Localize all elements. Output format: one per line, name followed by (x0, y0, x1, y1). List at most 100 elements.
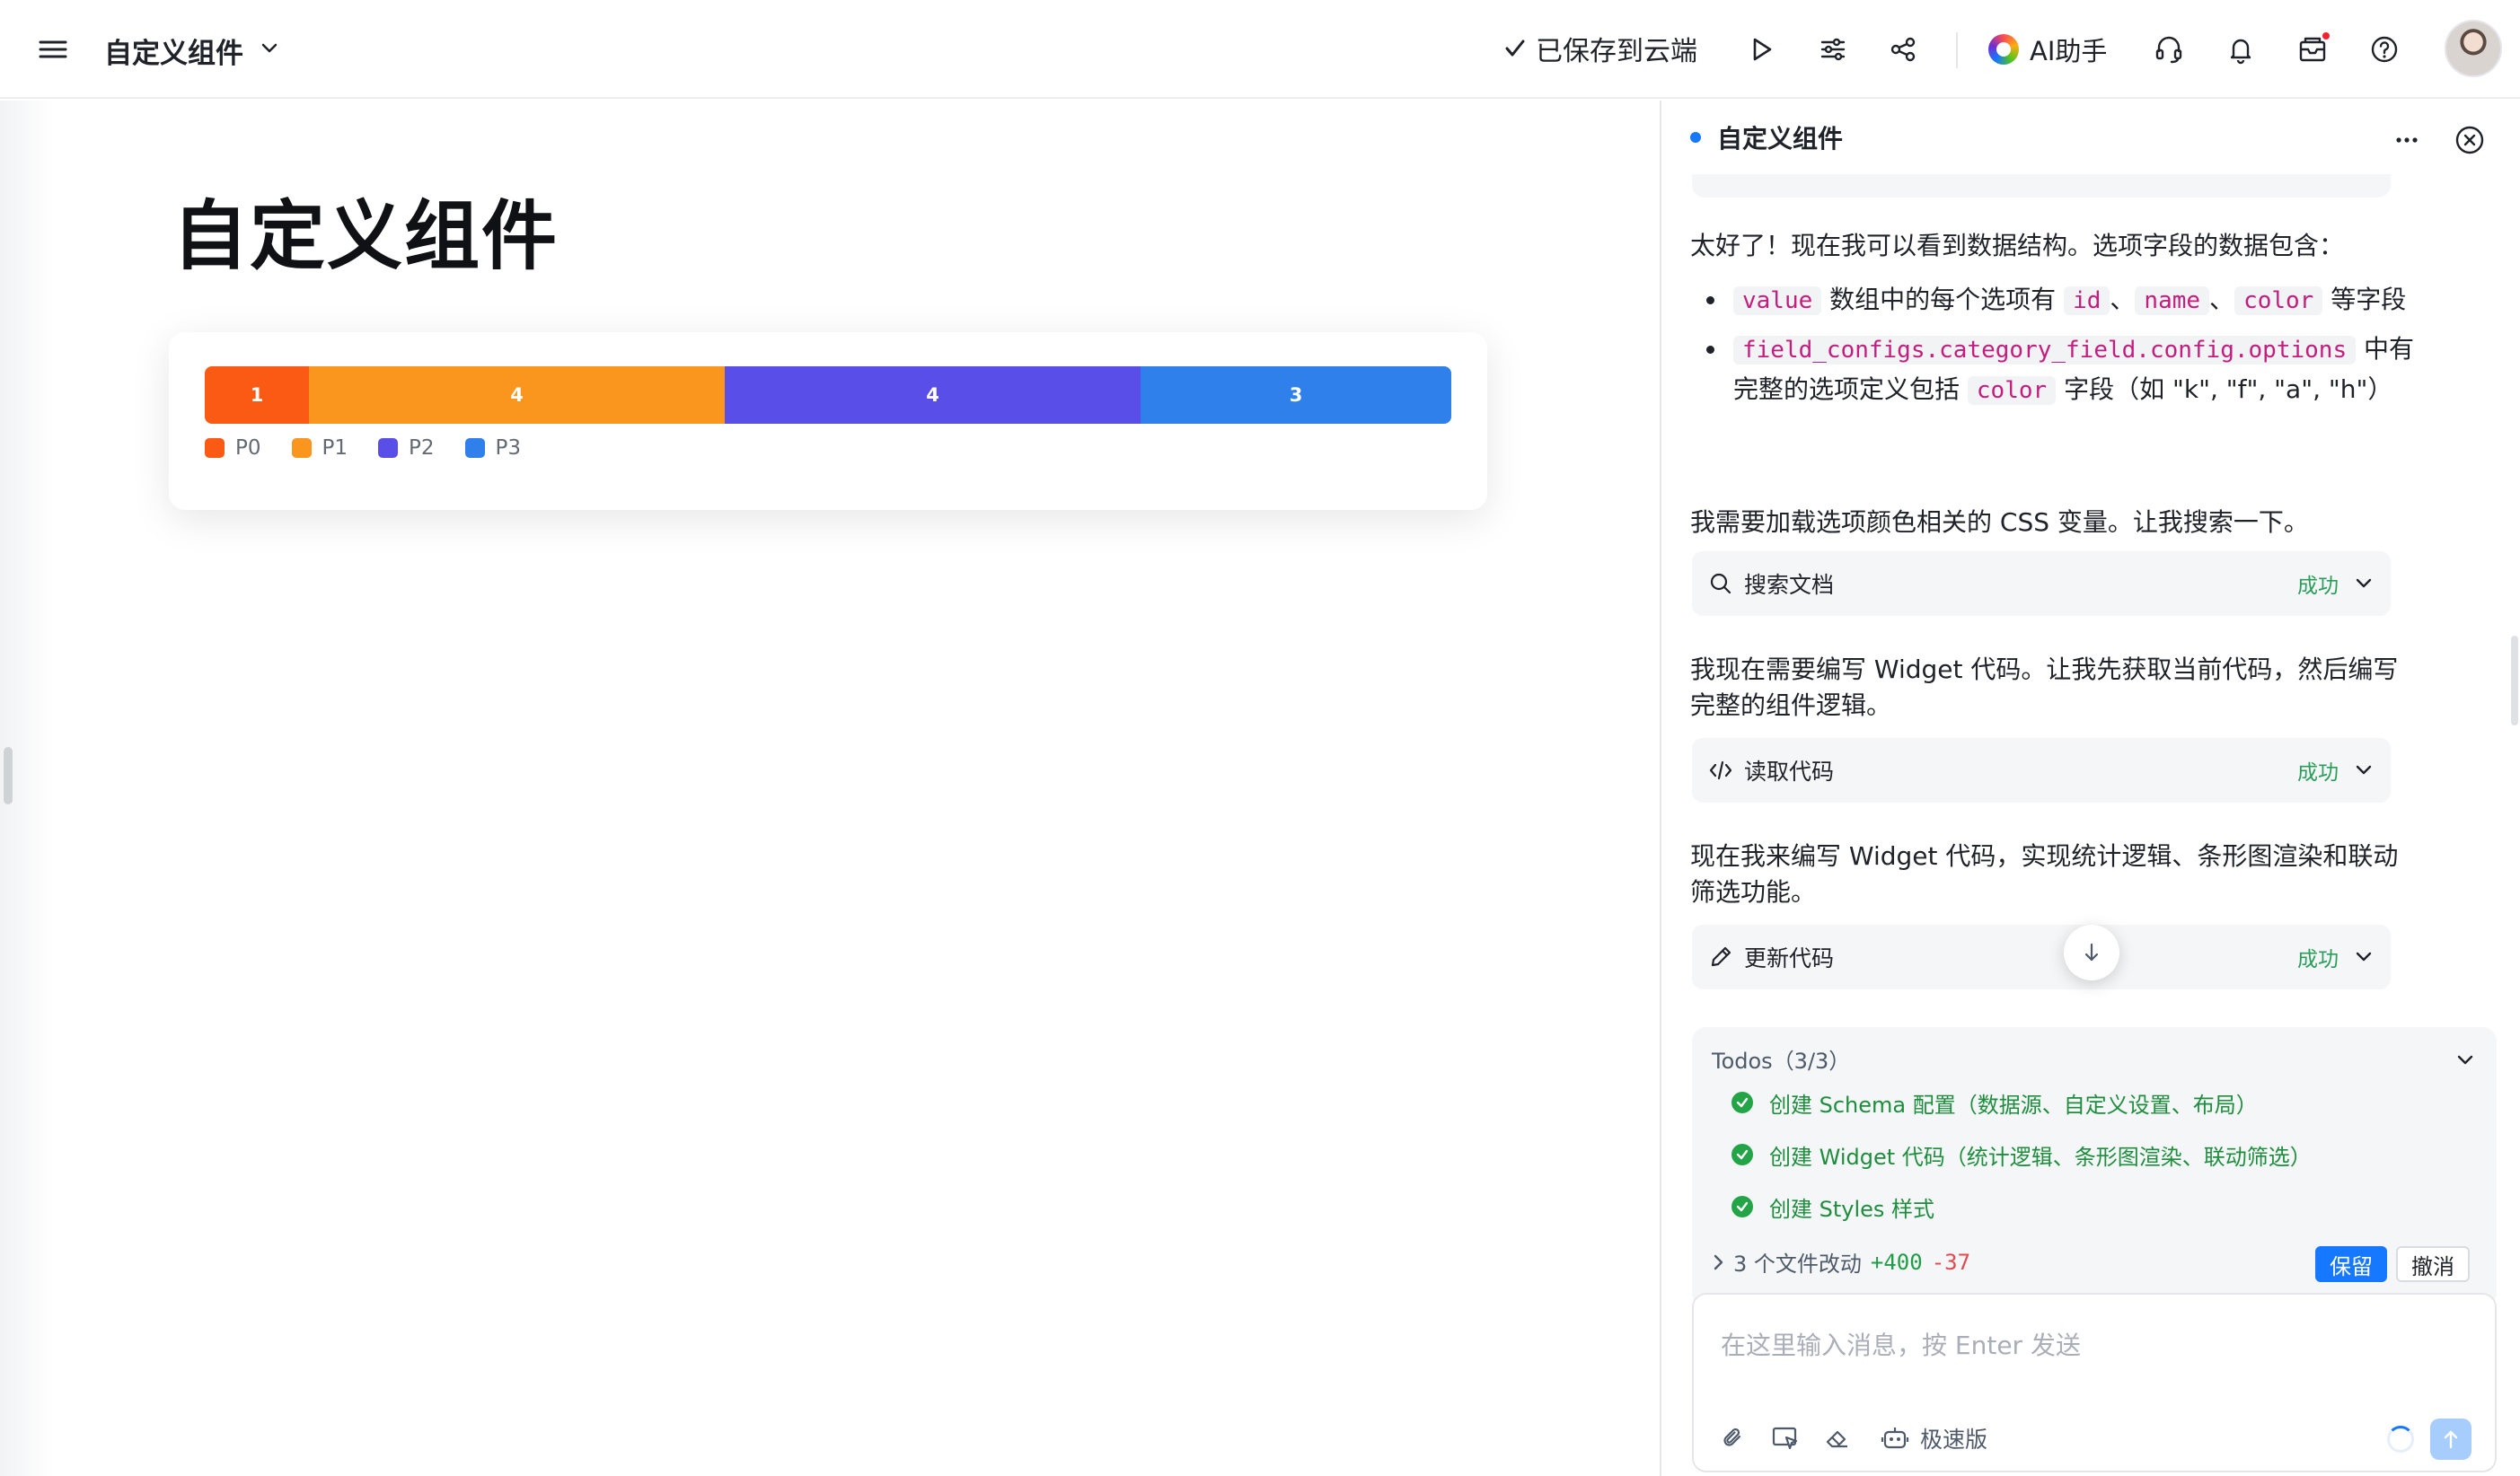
legend-item-p0[interactable]: P0 (205, 436, 261, 460)
chevron-down-icon[interactable] (2455, 1052, 2475, 1068)
inline-code: id (2064, 286, 2110, 315)
legend-item-p2[interactable]: P2 (378, 436, 435, 460)
document-title[interactable]: 自定义组件 (104, 31, 243, 71)
undo-button[interactable]: 撤消 (2396, 1246, 2470, 1282)
bar-segment-p1[interactable]: 4 (309, 366, 725, 424)
assistant-message: 太好了！现在我可以看到数据结构。选项字段的数据包含： (1690, 231, 2345, 260)
pencil-icon (1711, 946, 1731, 967)
todo-label: 创建 Schema 配置（数据源、自定义设置、布局） (1769, 1092, 2258, 1118)
check-icon (1505, 40, 1525, 57)
sidebar-resize-handle[interactable] (4, 747, 13, 804)
chevron-down-icon (2356, 765, 2372, 775)
changes-label: 3 个文件改动 (1733, 1252, 1862, 1277)
robot-icon (1881, 1428, 1909, 1449)
ai-logo-icon (1988, 34, 2019, 65)
tool-call-read-code[interactable]: 读取代码 成功 (1692, 738, 2391, 803)
todo-item: 创建 Styles 样式 (1731, 1190, 1934, 1223)
legend-item-p1[interactable]: P1 (291, 436, 348, 460)
page-title: 自定义组件 (172, 192, 560, 280)
todo-item: 创建 Widget 代码（统计逻辑、条形图渲染、联动筛选） (1731, 1138, 2312, 1171)
previous-tool-card (1692, 174, 2391, 198)
scroll-to-bottom-button[interactable] (2064, 925, 2119, 980)
chevron-down-icon[interactable] (260, 41, 278, 56)
ai-assistant-button[interactable]: AI助手 (1988, 29, 2107, 70)
todos-card: Todos（3/3） 创建 Schema 配置（数据源、自定义设置、布局） 创建… (1692, 1027, 2497, 1307)
send-button[interactable] (2430, 1419, 2472, 1460)
assistant-message: 我需要加载选项颜色相关的 CSS 变量。让我搜索一下。 (1690, 507, 2309, 537)
bullet-text: 数组中的每个选项有 (1821, 285, 2065, 314)
attach-icon[interactable] (1717, 1422, 1749, 1454)
save-status-label: 已保存到云端 (1536, 36, 1697, 67)
keep-button[interactable]: 保留 (2315, 1246, 2387, 1282)
todo-label: 创建 Widget 代码（统计逻辑、条形图渲染、联动筛选） (1769, 1144, 2312, 1170)
chart-legend: P0 P1 P2 P3 (205, 436, 551, 460)
legend-item-p3[interactable]: P3 (464, 436, 522, 460)
tool-status: 成功 (2297, 761, 2339, 785)
tool-call-update-code[interactable]: 更新代码 成功 (1692, 925, 2391, 989)
toolbar-divider (1956, 32, 1958, 68)
close-icon[interactable] (2452, 122, 2488, 158)
screenshot-select-icon[interactable] (1769, 1422, 1802, 1454)
tool-label: 搜索文档 (1744, 572, 1835, 598)
bullet-text: 等字段 (2322, 285, 2407, 314)
share-icon[interactable] (1886, 32, 1920, 66)
more-icon[interactable] (2389, 122, 2425, 158)
tool-status: 成功 (2297, 575, 2339, 598)
inline-code: color (2234, 286, 2323, 315)
chevron-right-icon (1714, 1254, 1723, 1270)
status-dot (1690, 132, 1701, 143)
bar-value-label: 1 (250, 384, 264, 406)
bullet-separator: 、 (2209, 285, 2235, 314)
tool-status: 成功 (2297, 948, 2339, 971)
check-circle-icon (1731, 1196, 1753, 1217)
avatar[interactable] (2445, 20, 2502, 77)
inline-code: field_configs.category_field.config.opti… (1733, 336, 2357, 365)
legend-label: P2 (409, 436, 435, 460)
message-input[interactable] (1721, 1318, 2466, 1372)
panel-title: 自定义组件 (1717, 124, 1844, 154)
speed-mode-selector[interactable]: 极速版 (1881, 1422, 1987, 1454)
menu-icon[interactable] (38, 36, 68, 63)
bar-segment-p0[interactable]: 1 (205, 366, 309, 424)
bar-segment-p3[interactable]: 3 (1141, 366, 1451, 424)
bar-value-label: 4 (926, 384, 939, 406)
play-icon[interactable] (1744, 32, 1778, 66)
todo-label: 创建 Styles 样式 (1769, 1196, 1935, 1222)
todo-item: 创建 Schema 配置（数据源、自定义设置、布局） (1731, 1086, 2258, 1119)
inbox-icon[interactable] (2295, 31, 2331, 66)
sliders-icon[interactable] (1816, 32, 1850, 66)
eraser-icon[interactable] (1821, 1422, 1854, 1454)
check-circle-icon (1731, 1092, 1753, 1113)
file-changes-toggle[interactable]: 3 个文件改动 +400 -37 (1712, 1246, 1970, 1278)
ai-assistant-panel: 自定义组件 太好了！现在我可以看到数据结构。选项字段的数据包含： value 数… (1660, 101, 2520, 1476)
tool-call-search-docs[interactable]: 搜索文档 成功 (1692, 551, 2391, 616)
arrow-down-icon (2084, 943, 2099, 962)
deletions-count: -37 (1931, 1249, 1971, 1275)
inline-code: name (2135, 286, 2210, 315)
check-circle-icon (1731, 1144, 1753, 1165)
chevron-down-icon (2356, 952, 2372, 962)
inline-code: value (1733, 286, 1822, 315)
legend-label: P0 (235, 436, 261, 460)
legend-swatch (378, 438, 399, 458)
help-icon[interactable] (2367, 32, 2401, 66)
custom-widget-card: 1 4 4 3 P0 P1 P2 P3 (169, 332, 1487, 510)
stacked-bar-chart: 1 4 4 3 (205, 366, 1451, 424)
legend-swatch (291, 438, 312, 458)
todos-title: Todos（3/3） (1712, 1049, 1851, 1074)
bar-segment-p2[interactable]: 4 (725, 366, 1141, 424)
chevron-down-icon (2356, 578, 2372, 588)
legend-swatch (205, 438, 225, 458)
legend-label: P1 (322, 436, 348, 460)
panel-scrollbar[interactable] (2511, 636, 2518, 725)
legend-label: P3 (495, 436, 522, 460)
loading-spinner-icon (2387, 1426, 2414, 1453)
headset-icon[interactable] (2152, 32, 2186, 66)
bar-value-label: 4 (510, 384, 524, 406)
list-item: field_configs.category_field.config.opti… (1728, 329, 2416, 410)
assistant-message: 我现在需要编写 Widget 代码。让我先获取当前代码，然后编写完整的组件逻辑。 (1690, 655, 2399, 720)
search-icon (1710, 573, 1731, 594)
bell-icon[interactable] (2224, 32, 2258, 66)
ai-assistant-label: AI助手 (2030, 36, 2108, 66)
bar-value-label: 3 (1289, 384, 1303, 406)
